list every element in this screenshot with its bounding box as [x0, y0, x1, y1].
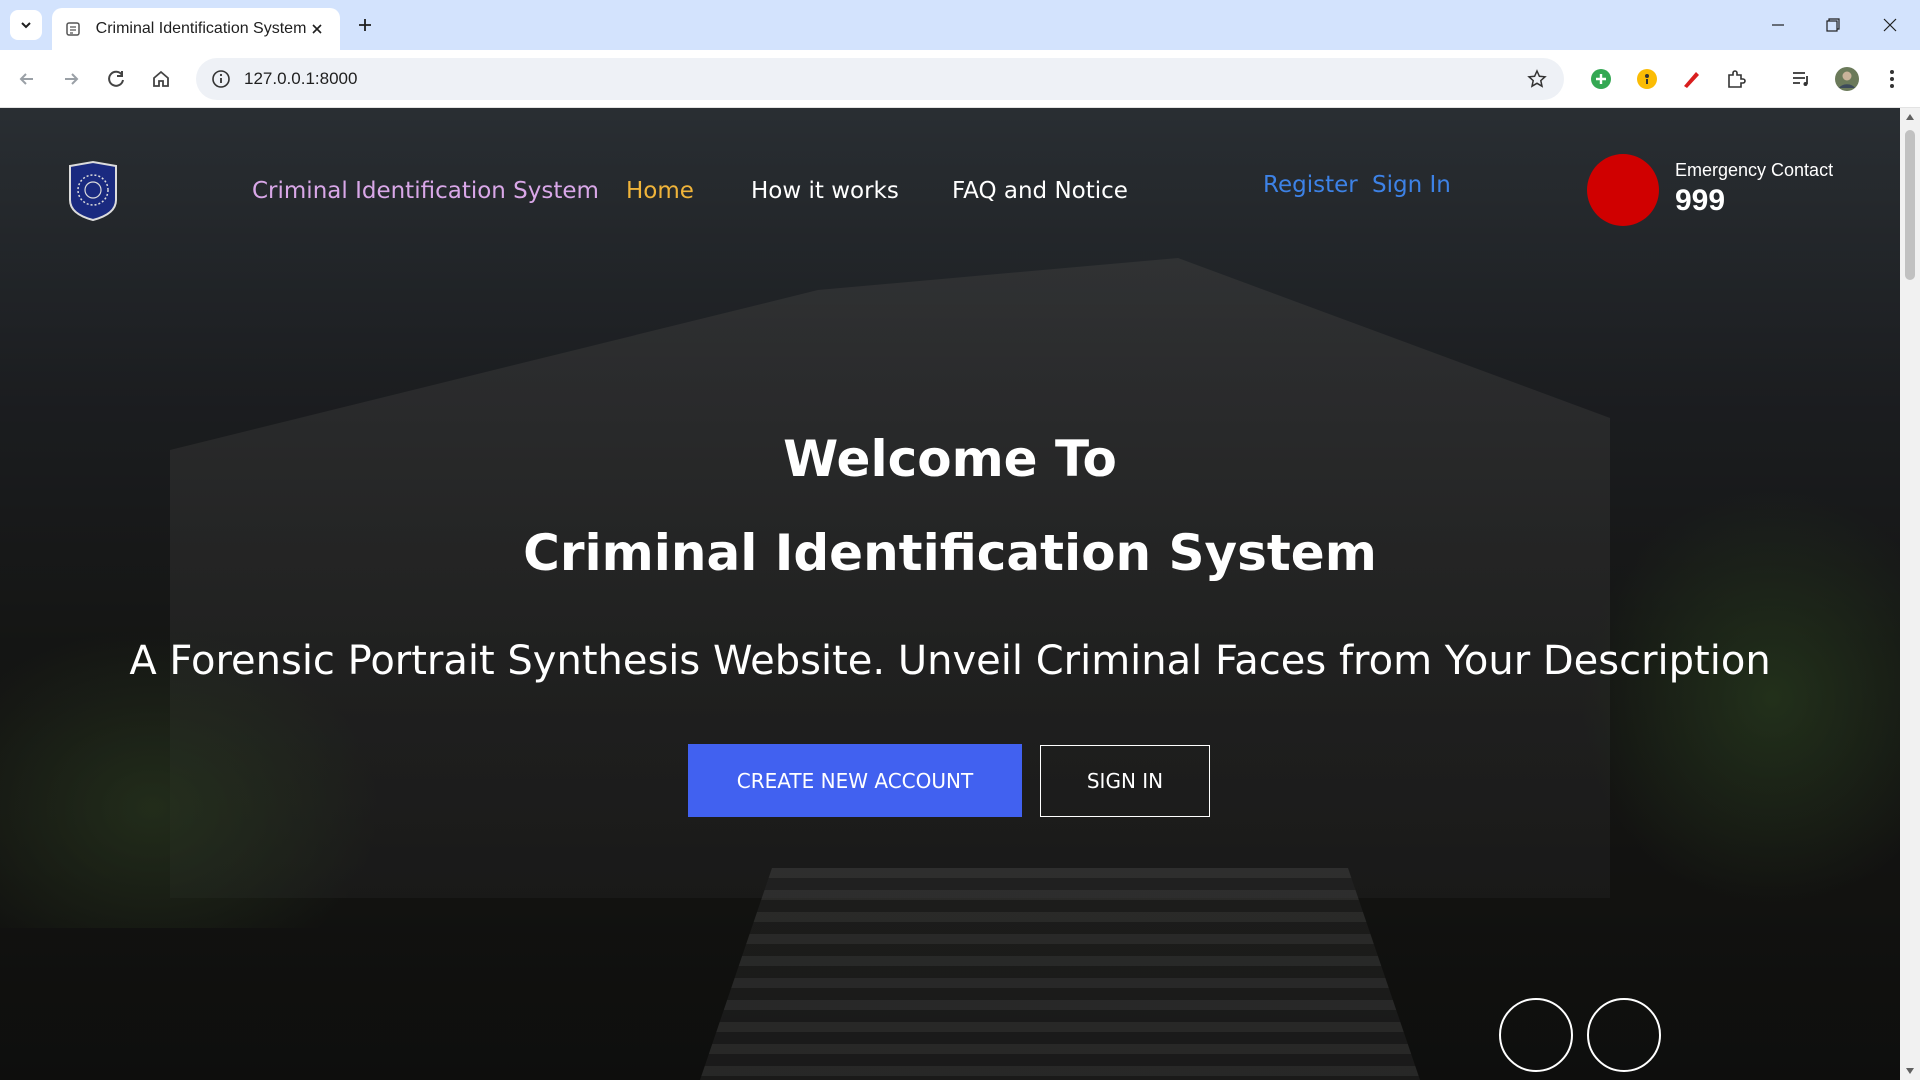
close-icon — [1883, 18, 1897, 32]
restore-icon — [1826, 18, 1840, 32]
back-button[interactable] — [12, 64, 42, 94]
browser-toolbar: 127.0.0.1:8000 — [0, 50, 1920, 108]
emergency-contact-label: Emergency Contact — [1675, 160, 1834, 180]
site-info-icon[interactable] — [210, 68, 232, 90]
floating-circle-button[interactable] — [1499, 998, 1573, 1072]
minimize-icon — [1772, 24, 1784, 26]
close-tab-icon[interactable] — [306, 18, 328, 40]
reload-button[interactable] — [102, 64, 132, 94]
page-favicon-icon — [64, 20, 82, 38]
floating-circle-button[interactable] — [1587, 998, 1661, 1072]
sign-in-button[interactable]: SIGN IN — [1040, 745, 1210, 817]
minimize-button[interactable] — [1760, 10, 1796, 40]
media-controls-icon[interactable] — [1786, 64, 1816, 94]
nav-how-it-works[interactable]: How it works — [751, 178, 899, 204]
restore-button[interactable] — [1815, 10, 1851, 40]
register-link[interactable]: Register — [1263, 172, 1358, 198]
nav-home[interactable]: Home — [626, 178, 694, 204]
extensions-puzzle-icon[interactable] — [1721, 64, 1751, 94]
browser-menu-icon[interactable] — [1877, 64, 1907, 94]
extension-yellow-icon[interactable] — [1632, 64, 1662, 94]
hero-title-line1: Welcome To — [783, 430, 1117, 488]
reload-icon — [108, 70, 124, 87]
arrow-right-icon — [65, 73, 79, 85]
emergency-contact-number: 999 — [1675, 184, 1726, 217]
tab-title: Criminal Identification System — [95, 20, 307, 37]
sign-in-link[interactable]: Sign In — [1372, 172, 1451, 198]
hero-title-line2: Criminal Identification System — [523, 524, 1377, 582]
profile-avatar[interactable] — [1832, 64, 1862, 94]
create-account-button[interactable]: CREATE NEW ACCOUNT — [688, 744, 1022, 817]
hero-subtitle: A Forensic Portrait Synthesis Website. U… — [129, 638, 1771, 684]
background-steps — [700, 868, 1420, 1080]
page-scrollbar[interactable] — [1900, 108, 1920, 1080]
brand-title[interactable]: Criminal Identification System — [252, 178, 599, 204]
url-text: 127.0.0.1:8000 — [244, 69, 358, 88]
nav-faq-and-notice[interactable]: FAQ and Notice — [952, 178, 1128, 204]
arrow-left-icon — [19, 73, 33, 85]
scroll-up-arrow-icon[interactable] — [1905, 112, 1915, 122]
extension-pen-icon[interactable] — [1676, 64, 1706, 94]
scroll-down-arrow-icon[interactable] — [1905, 1066, 1915, 1076]
emergency-phone-icon — [1587, 154, 1659, 226]
police-badge-logo[interactable] — [66, 160, 120, 222]
home-button[interactable] — [146, 64, 176, 94]
extension-green-icon[interactable] — [1586, 64, 1616, 94]
page-viewport: Criminal Identification System Home How … — [0, 108, 1900, 1080]
forward-button[interactable] — [56, 64, 86, 94]
browser-tab[interactable]: Criminal Identification System — [52, 8, 340, 50]
close-window-button[interactable] — [1872, 10, 1908, 40]
tab-search-button[interactable] — [10, 10, 42, 40]
tab-strip: Criminal Identification System — [0, 0, 1920, 50]
scrollbar-thumb[interactable] — [1905, 130, 1915, 280]
chevron-down-icon — [21, 22, 31, 29]
bookmark-star-icon[interactable] — [1524, 66, 1550, 92]
home-icon — [153, 70, 169, 87]
new-tab-button[interactable] — [352, 12, 378, 38]
address-bar[interactable]: 127.0.0.1:8000 — [196, 58, 1564, 100]
plus-icon — [359, 19, 371, 31]
